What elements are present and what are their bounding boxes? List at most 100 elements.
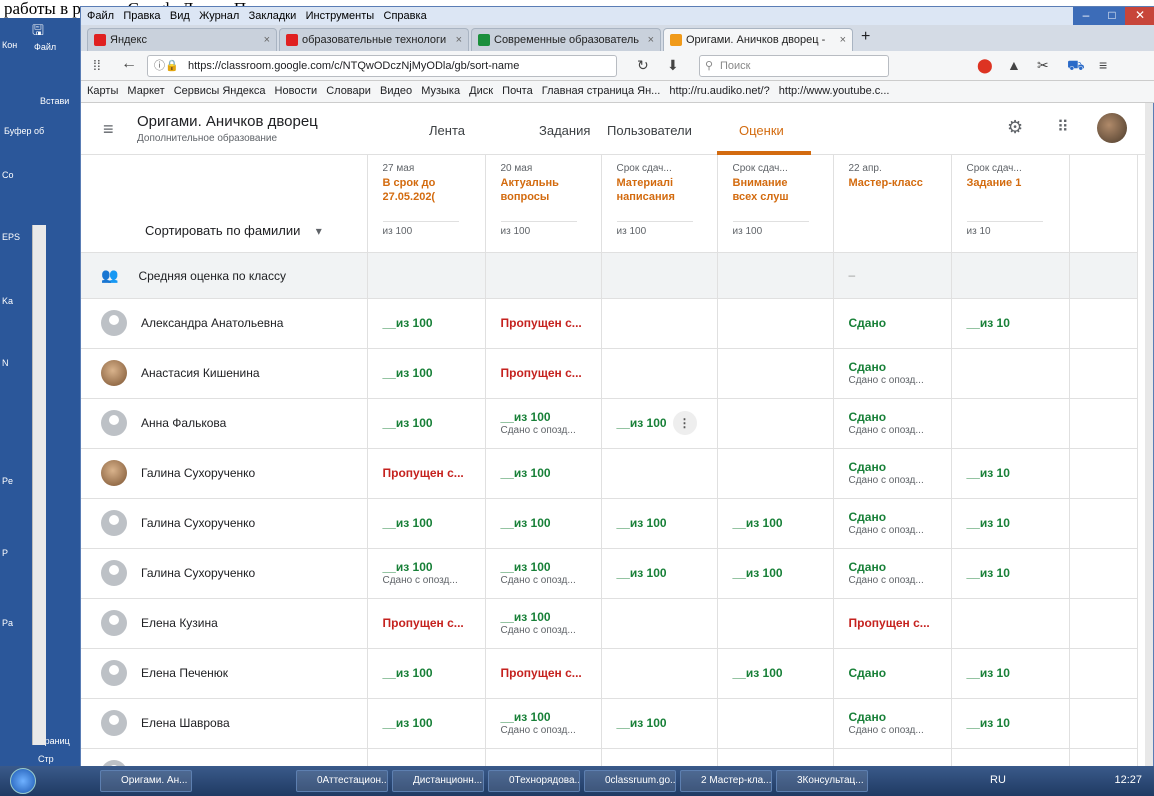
taskbar-item[interactable]: 0classruum.go... <box>584 770 676 792</box>
drive-icon[interactable]: ▲ <box>1007 57 1021 73</box>
close-tab-icon[interactable]: × <box>456 29 462 51</box>
menu-help[interactable]: Справка <box>384 10 427 22</box>
reload-icon[interactable]: ↻ <box>637 57 649 74</box>
back-icon[interactable]: ← <box>121 55 137 73</box>
student-name-cell[interactable]: Лариса Ефимова <box>81 748 368 767</box>
grade-cell[interactable]: __из 10 <box>951 448 1070 499</box>
grade-cell[interactable]: Сдано Сдано с опозд... <box>833 348 952 399</box>
grade-cell[interactable]: Пропущен с... <box>485 348 602 399</box>
student-name-cell[interactable]: Елена Кузина <box>81 598 368 649</box>
grade-cell[interactable] <box>717 348 834 399</box>
grade-cell[interactable]: __из 10 <box>951 298 1070 349</box>
student-name-cell[interactable]: Елена Печенюк <box>81 648 368 699</box>
student-name[interactable]: Елена Кузина <box>141 616 218 630</box>
grade-cell[interactable] <box>717 598 834 649</box>
gear-icon[interactable]: ⚙ <box>1007 117 1023 138</box>
grade-cell[interactable]: __из 100 <box>367 748 486 767</box>
grade-cell[interactable]: Сдано <box>833 748 952 767</box>
taskbar-item[interactable]: 0Технорядова... <box>488 770 580 792</box>
grade-cell[interactable]: __из 100 <box>367 698 486 749</box>
download-icon[interactable]: ⬇ <box>667 57 679 74</box>
assignment-title[interactable]: Задание 1 <box>967 176 1043 190</box>
bookmark-item[interactable]: Почта <box>502 85 533 97</box>
grade-cell[interactable]: __из 100 <box>367 498 486 549</box>
student-name[interactable]: Галина Сухорученко <box>141 566 255 580</box>
grade-cell[interactable]: __из 100 Сдано с опозд... <box>485 598 602 649</box>
grade-cell[interactable] <box>601 448 718 499</box>
word-menu-file[interactable]: Файл <box>34 42 56 52</box>
browser-tab-active[interactable]: Оригами. Аничков дворец - × <box>663 28 853 51</box>
grade-cell[interactable]: Пропущен с... <box>485 748 602 767</box>
bookmark-item[interactable]: Новости <box>275 85 318 97</box>
grade-cell[interactable]: Сдано Сдано с опозд... <box>833 698 952 749</box>
bookmark-item[interactable]: http://ru.audiko.net/? <box>669 85 769 97</box>
student-name[interactable]: Галина Сухорученко <box>141 516 255 530</box>
grade-cell[interactable]: __из 100 Сдано с опозд... <box>485 698 602 749</box>
grade-cell[interactable]: __из 100 <box>601 498 718 549</box>
grade-cell[interactable] <box>951 398 1070 449</box>
grade-cell[interactable]: __из 100 <box>367 398 486 449</box>
bookmark-item[interactable]: Сервисы Яндекса <box>174 85 266 97</box>
grade-cell[interactable]: Сдано Сдано с опозд... <box>833 548 952 599</box>
grade-cell[interactable]: Сдано Сдано с опозд... <box>833 448 952 499</box>
assignment-title[interactable]: Материалі написания <box>617 176 693 204</box>
new-tab-icon[interactable]: + <box>861 28 870 46</box>
student-name-cell[interactable]: Елена Шаврова <box>81 698 368 749</box>
taskbar-item[interactable]: 3Консультац... <box>776 770 868 792</box>
grade-cell[interactable]: Пропущен с... <box>485 298 602 349</box>
bookmark-item[interactable]: Маркет <box>127 85 164 97</box>
menu-edit[interactable]: Правка <box>123 10 160 22</box>
browser-tab[interactable]: образовательные технологи × <box>279 28 469 51</box>
student-name-cell[interactable]: Галина Сухорученко <box>81 498 368 549</box>
close-window-button[interactable]: ✕ <box>1125 7 1154 25</box>
assignment-title[interactable]: Мастер-класс <box>849 176 925 190</box>
grade-cell[interactable]: __из 10 <box>951 548 1070 599</box>
grade-cell[interactable] <box>717 448 834 499</box>
student-name[interactable]: Анна Фалькова <box>141 416 226 430</box>
student-name-cell[interactable]: Анна Фалькова <box>81 398 368 449</box>
grade-cell[interactable]: __из 100 Сдано с опозд... <box>485 548 602 599</box>
menu-view[interactable]: Вид <box>170 10 190 22</box>
grade-cell[interactable]: __из 10 <box>951 648 1070 699</box>
taskbar-item[interactable]: 0Аттестацион... <box>296 770 388 792</box>
assignment-header[interactable]: Срок сдач... Материалі написания из 100 <box>601 155 718 253</box>
grade-cell[interactable]: __из 100 <box>485 448 602 499</box>
word-paste-label[interactable]: Встави <box>40 96 69 106</box>
tab-stream[interactable]: Лента <box>429 123 465 138</box>
apps-icon[interactable]: ⠿ <box>1057 117 1069 137</box>
translate-icon[interactable]: ✂ <box>1037 57 1049 74</box>
tab-classwork[interactable]: Задания <box>539 123 590 138</box>
grade-cell[interactable]: Пропущен с... <box>367 448 486 499</box>
menu-history[interactable]: Журнал <box>199 10 239 22</box>
grade-cell[interactable]: __из 100 ⋮ <box>601 398 718 449</box>
menu-bookmarks[interactable]: Закладки <box>249 10 297 22</box>
cart-icon[interactable]: ⛟ <box>1067 57 1085 76</box>
assignment-title[interactable]: Внимание всех слуш <box>733 176 809 204</box>
grade-cell[interactable]: Пропущен с... <box>367 598 486 649</box>
grade-cell[interactable]: __из 100 <box>367 298 486 349</box>
sort-cell[interactable]: Сортировать по фамилии ▾ <box>81 155 368 253</box>
grade-cell[interactable]: Сдано <box>833 648 952 699</box>
grade-cell[interactable]: Пропущен с... <box>833 598 952 649</box>
grade-cell[interactable] <box>717 698 834 749</box>
address-bar[interactable]: ⓘ🔒 https://classroom.google.com/c/NTQwODc… <box>147 55 617 77</box>
apps-grid-icon[interactable]: ⁞⁞ <box>93 57 101 73</box>
minimize-button[interactable]: – <box>1073 7 1099 25</box>
chevron-down-icon[interactable]: ▾ <box>316 224 322 238</box>
bookmark-item[interactable]: Диск <box>469 85 493 97</box>
grade-cell[interactable] <box>601 348 718 399</box>
assignment-header[interactable]: Срок сдач... Задание 1 из 10 <box>951 155 1070 253</box>
close-tab-icon[interactable]: × <box>648 29 654 51</box>
language-indicator[interactable]: RU <box>990 774 1006 786</box>
grade-cell[interactable]: __из 100 <box>601 698 718 749</box>
hamburger-icon[interactable]: ≡ <box>103 119 114 140</box>
course-title[interactable]: Оригами. Аничков дворец <box>137 113 318 130</box>
assignment-title[interactable]: Актуальнь вопросы <box>501 176 577 204</box>
tab-people[interactable]: Пользователи <box>607 123 692 138</box>
grade-cell[interactable] <box>601 598 718 649</box>
student-name[interactable]: Анастасия Кишенина <box>141 366 260 380</box>
grade-cell[interactable]: __из 10 <box>951 498 1070 549</box>
student-name-cell[interactable]: Анастасия Кишенина <box>81 348 368 399</box>
grade-cell[interactable]: __из 100 Сдано с опозд... <box>485 398 602 449</box>
grade-cell[interactable]: __из 100 Сдано с опозд... <box>367 548 486 599</box>
